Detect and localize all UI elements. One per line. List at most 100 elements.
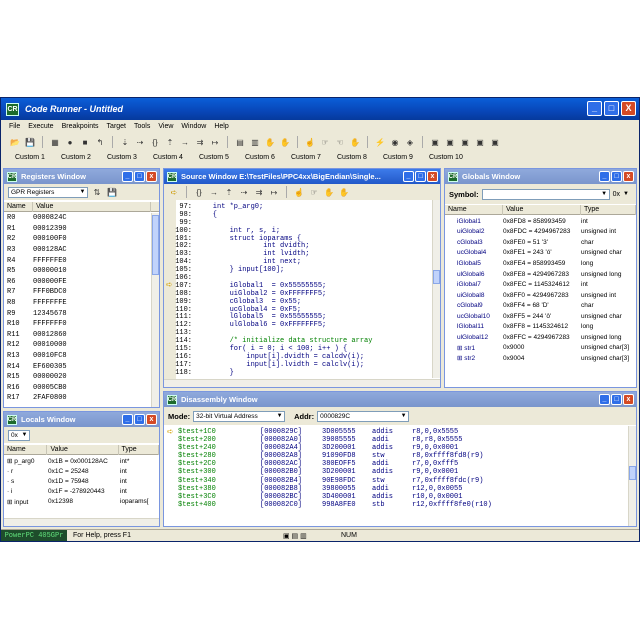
register-row[interactable]: R0 0000824C — [4, 213, 151, 224]
register-value[interactable]: 00010FC8 — [33, 352, 67, 360]
custom-button-1[interactable]: Custom 1 — [15, 154, 61, 161]
register-value[interactable]: 00000010 — [33, 267, 67, 275]
custom-button-7[interactable]: Custom 7 — [291, 154, 337, 161]
disassembly-line[interactable]: $test+3C0 [000082BC] 3D400001 addis r10,0,0x… — [164, 493, 627, 501]
menu-help[interactable]: Help — [214, 123, 228, 130]
return-icon[interactable]: ↰ — [94, 136, 106, 148]
disassembly-line[interactable]: $test+280 [000082A8] 91090FD8 stw r8,0xffff8… — [164, 452, 627, 460]
globals-maximize-button[interactable]: □ — [611, 171, 622, 182]
register-value[interactable]: 00012390 — [33, 225, 67, 233]
source-minimize-button[interactable]: _ — [403, 171, 414, 182]
global-value[interactable]: 0x8FE4 = 858993459 — [503, 260, 581, 267]
register-value[interactable]: 000000FE — [33, 278, 67, 286]
run-to-icon[interactable]: → — [179, 136, 191, 148]
local-row[interactable]: · i 0x1F = -278920443 int — [4, 487, 159, 497]
disassembly-close-button[interactable]: x — [623, 394, 634, 405]
hand-icon[interactable]: ☝ — [304, 136, 316, 148]
disassembly-scrollbar[interactable] — [628, 426, 636, 526]
register-row[interactable]: R12 00010000 — [4, 340, 151, 351]
globe-icon[interactable]: ◉ — [389, 136, 401, 148]
register-row[interactable]: R3 000128AC — [4, 245, 151, 256]
register-row[interactable]: R8 FFFFFFFE — [4, 298, 151, 309]
locals-close-button[interactable]: x — [146, 414, 157, 425]
globals-close-button[interactable]: x — [623, 171, 634, 182]
breakpoint-icon[interactable]: ✋ — [264, 136, 276, 148]
window1-icon[interactable]: ▣ — [429, 136, 441, 148]
global-row[interactable]: ucGlobal10 0x8FF5 = 244 'ô' unsigned char — [445, 311, 636, 322]
local-value[interactable]: 0x1C = 25248 — [48, 468, 120, 475]
global-row[interactable]: uiGlobal8 0x8FF0 = 4294967283 unsigned int — [445, 290, 636, 301]
break-icon[interactable]: ↦ — [268, 186, 280, 198]
local-value[interactable]: 0x1B = 0x000128AC — [48, 458, 120, 465]
disassembly-line[interactable]: $test+2C0 [000082AC] 380EOFF5 addi r7,0,0xff… — [164, 460, 627, 468]
step-icon[interactable]: ⇣ — [119, 136, 131, 148]
globals-radix[interactable]: 0x — [613, 191, 620, 198]
local-value[interactable]: 0x1F = -278920443 — [48, 488, 120, 495]
global-value[interactable]: 0x8FE0 = 51 '3' — [503, 239, 581, 246]
global-row[interactable]: ⊞ str1 0x9000 unsigned char[3] — [445, 343, 636, 354]
register-row[interactable]: R5 00000010 — [4, 266, 151, 277]
register-row[interactable]: R13 00010FC8 — [4, 351, 151, 362]
menu-execute[interactable]: Execute — [28, 123, 53, 130]
locals-hscrollbar[interactable] — [4, 518, 159, 526]
hand4-icon[interactable]: ✋ — [349, 136, 361, 148]
animate-icon[interactable]: ⇉ — [194, 136, 206, 148]
local-row[interactable]: · s 0x1D = 75948 int — [4, 476, 159, 486]
addr-input[interactable]: 0000829C ▼ — [317, 410, 410, 422]
hand3-icon[interactable]: ☜ — [334, 136, 346, 148]
global-value[interactable]: 0x8FE1 = 243 'ó' — [503, 249, 581, 256]
clear-breakpoint-icon[interactable]: ✋ — [279, 136, 291, 148]
step-into-icon[interactable]: {} — [193, 186, 205, 198]
run-icon[interactable]: ● — [64, 136, 76, 148]
custom-button-2[interactable]: Custom 2 — [61, 154, 107, 161]
refresh-icon[interactable]: ⇅ — [91, 186, 103, 198]
register-row[interactable]: R17 2FAF0800 — [4, 393, 151, 404]
register-value[interactable]: 00010000 — [33, 341, 67, 349]
source-line[interactable]: 105: } input[100]; — [164, 266, 431, 275]
step-over-icon[interactable]: → — [208, 186, 220, 198]
disassembly-minimize-button[interactable]: _ — [599, 394, 610, 405]
local-row[interactable]: ⊞ p_arg0 0x1B = 0x000128AC int* — [4, 456, 159, 466]
global-row[interactable]: ⊞ str2 0x9004 unsigned char[3] — [445, 353, 636, 364]
enable-breakpoint-icon[interactable]: ✋ — [323, 186, 335, 198]
save-icon[interactable]: 💾 — [24, 136, 36, 148]
locals-radix-select[interactable]: 0x ▼ — [8, 429, 30, 441]
local-value[interactable]: 0x12398 — [48, 498, 120, 505]
register-row[interactable]: R14 EF600305 — [4, 361, 151, 372]
custom-button-10[interactable]: Custom 10 — [429, 154, 475, 161]
local-row[interactable]: ⊞ input 0x12398 ioparams[ — [4, 497, 159, 507]
disassembly-line[interactable]: $test+340 [000082B4] 90E98FDC stw r7,0xffff8… — [164, 477, 627, 485]
break-icon[interactable]: ↦ — [209, 136, 221, 148]
mixed-view-icon[interactable]: ▥ — [249, 136, 261, 148]
close-button[interactable]: X — [621, 101, 636, 116]
source-hscrollbar[interactable] — [164, 379, 440, 387]
source-maximize-button[interactable]: □ — [415, 171, 426, 182]
expand-icon[interactable]: ⊞ — [7, 499, 12, 506]
global-row[interactable]: iGlobal7 0x8FEC = 1145324612 int — [445, 279, 636, 290]
minimize-button[interactable]: _ — [587, 101, 602, 116]
source-view-icon[interactable]: ▤ — [234, 136, 246, 148]
register-value[interactable]: FFF0BDC0 — [33, 288, 67, 296]
hand2-icon[interactable]: ☞ — [319, 136, 331, 148]
col-name[interactable]: Name — [445, 204, 503, 215]
window4-icon[interactable]: ▣ — [474, 136, 486, 148]
flash-icon[interactable]: ⚡ — [374, 136, 386, 148]
open-icon[interactable]: 📂 — [9, 136, 21, 148]
disassembly-line[interactable]: $test+380 [000082B8] 39800055 addi r12,0,0x0… — [164, 485, 627, 493]
global-row[interactable]: ulGlobal6 0x8FE8 = 4294967283 unsigned lon… — [445, 269, 636, 280]
disassembly-line[interactable]: $test+200 [000082A0] 39085555 addi r8,r8,0x5… — [164, 436, 627, 444]
disable-breakpoint-icon[interactable]: ✋ — [338, 186, 350, 198]
window2-icon[interactable]: ▣ — [444, 136, 456, 148]
register-row[interactable]: R2 000100F0 — [4, 234, 151, 245]
menu-target[interactable]: Target — [107, 123, 126, 130]
global-value[interactable]: 0x8FF5 = 244 'ô' — [503, 313, 581, 320]
register-value[interactable]: FFFFFFF0 — [33, 320, 67, 328]
step-out-icon[interactable]: ⇡ — [223, 186, 235, 198]
col-name[interactable]: Name — [4, 201, 33, 212]
registers-minimize-button[interactable]: _ — [122, 171, 133, 182]
custom-button-4[interactable]: Custom 4 — [153, 154, 199, 161]
register-value[interactable]: EF600305 — [33, 363, 67, 371]
col-value[interactable]: Value — [47, 444, 119, 455]
global-value[interactable]: 0x8FD8 = 858993459 — [503, 218, 581, 225]
clear-breakpoint-icon[interactable]: ☞ — [308, 186, 320, 198]
